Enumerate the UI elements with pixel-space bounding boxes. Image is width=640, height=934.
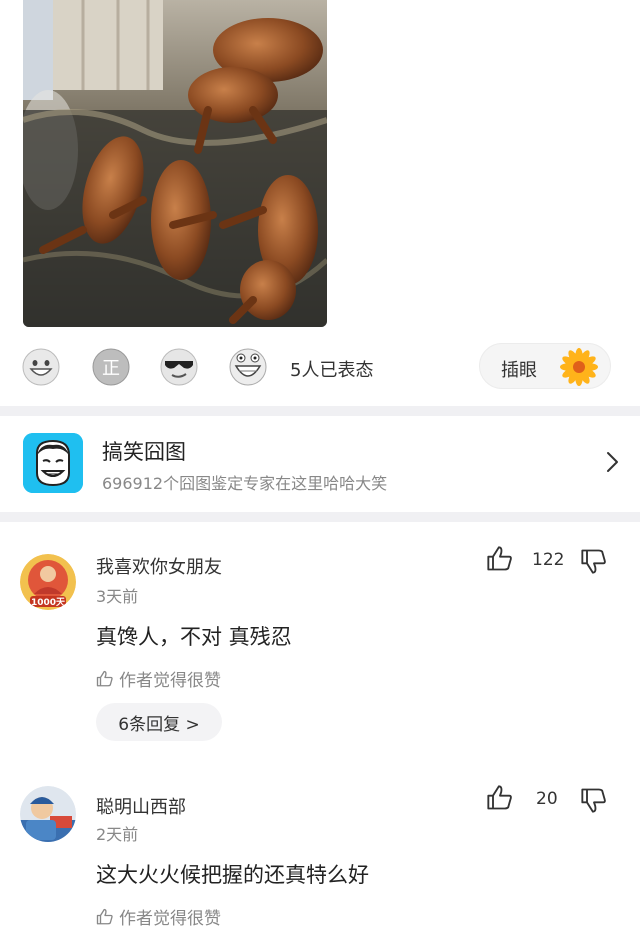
zheng-emoji-icon[interactable]: 正 [92,348,130,386]
post-image[interactable] [23,0,327,327]
like-icon[interactable] [486,784,514,812]
page: 正 5人已表态 插眼 搞笑囧图 696912个囧图鉴定专家在这里哈哈大笑 100… [0,0,640,934]
avatar[interactable]: 1000天 [20,554,76,610]
section-divider [0,406,640,416]
topic-title: 搞笑囧图 [102,440,186,464]
dislike-icon[interactable] [580,547,608,575]
comment-text: 真馋人，不对 真残忍 [96,625,292,649]
comment-time: 2天前 [96,825,139,844]
sunglasses-emoji-icon[interactable] [160,348,198,386]
badge-text: 1000天 [31,597,66,608]
thumb-up-icon [96,670,113,686]
thumb-up-icon [96,908,113,924]
grin-emoji-icon[interactable] [22,348,60,386]
comment-username[interactable]: 聪明山西部 [96,793,186,819]
comment-time: 3天前 [96,587,139,606]
avatar[interactable] [20,786,76,842]
svg-text:正: 正 [102,358,120,379]
like-count: 20 [536,789,558,809]
view-replies-button[interactable]: 6条回复 > [96,703,222,741]
author-like-label: 作者觉得很赞 [96,666,221,691]
topic-card[interactable]: 搞笑囧图 696912个囧图鉴定专家在这里哈哈大笑 [0,416,640,512]
stick-eye-label: 插眼 [501,360,537,381]
reaction-count: 5人已表态 [290,360,374,381]
topic-logo-icon [23,433,83,493]
flower-icon [560,348,598,386]
stick-eye-button[interactable]: 插眼 [479,343,611,389]
comment-text: 这大火火候把握的还真特么好 [96,863,369,887]
laughing-emoji-icon[interactable] [229,348,267,386]
dislike-icon[interactable] [580,786,608,814]
reaction-bar: 正 5人已表态 插眼 [0,340,640,394]
chevron-right-icon[interactable] [600,450,624,474]
topic-description: 696912个囧图鉴定专家在这里哈哈大笑 [102,474,388,493]
like-count: 122 [532,550,565,570]
post-photo [23,0,327,327]
like-icon[interactable] [486,545,514,573]
section-divider [0,512,640,522]
comment-username[interactable]: 我喜欢你女朋友 [96,553,222,579]
author-like-label: 作者觉得很赞 [96,904,221,929]
